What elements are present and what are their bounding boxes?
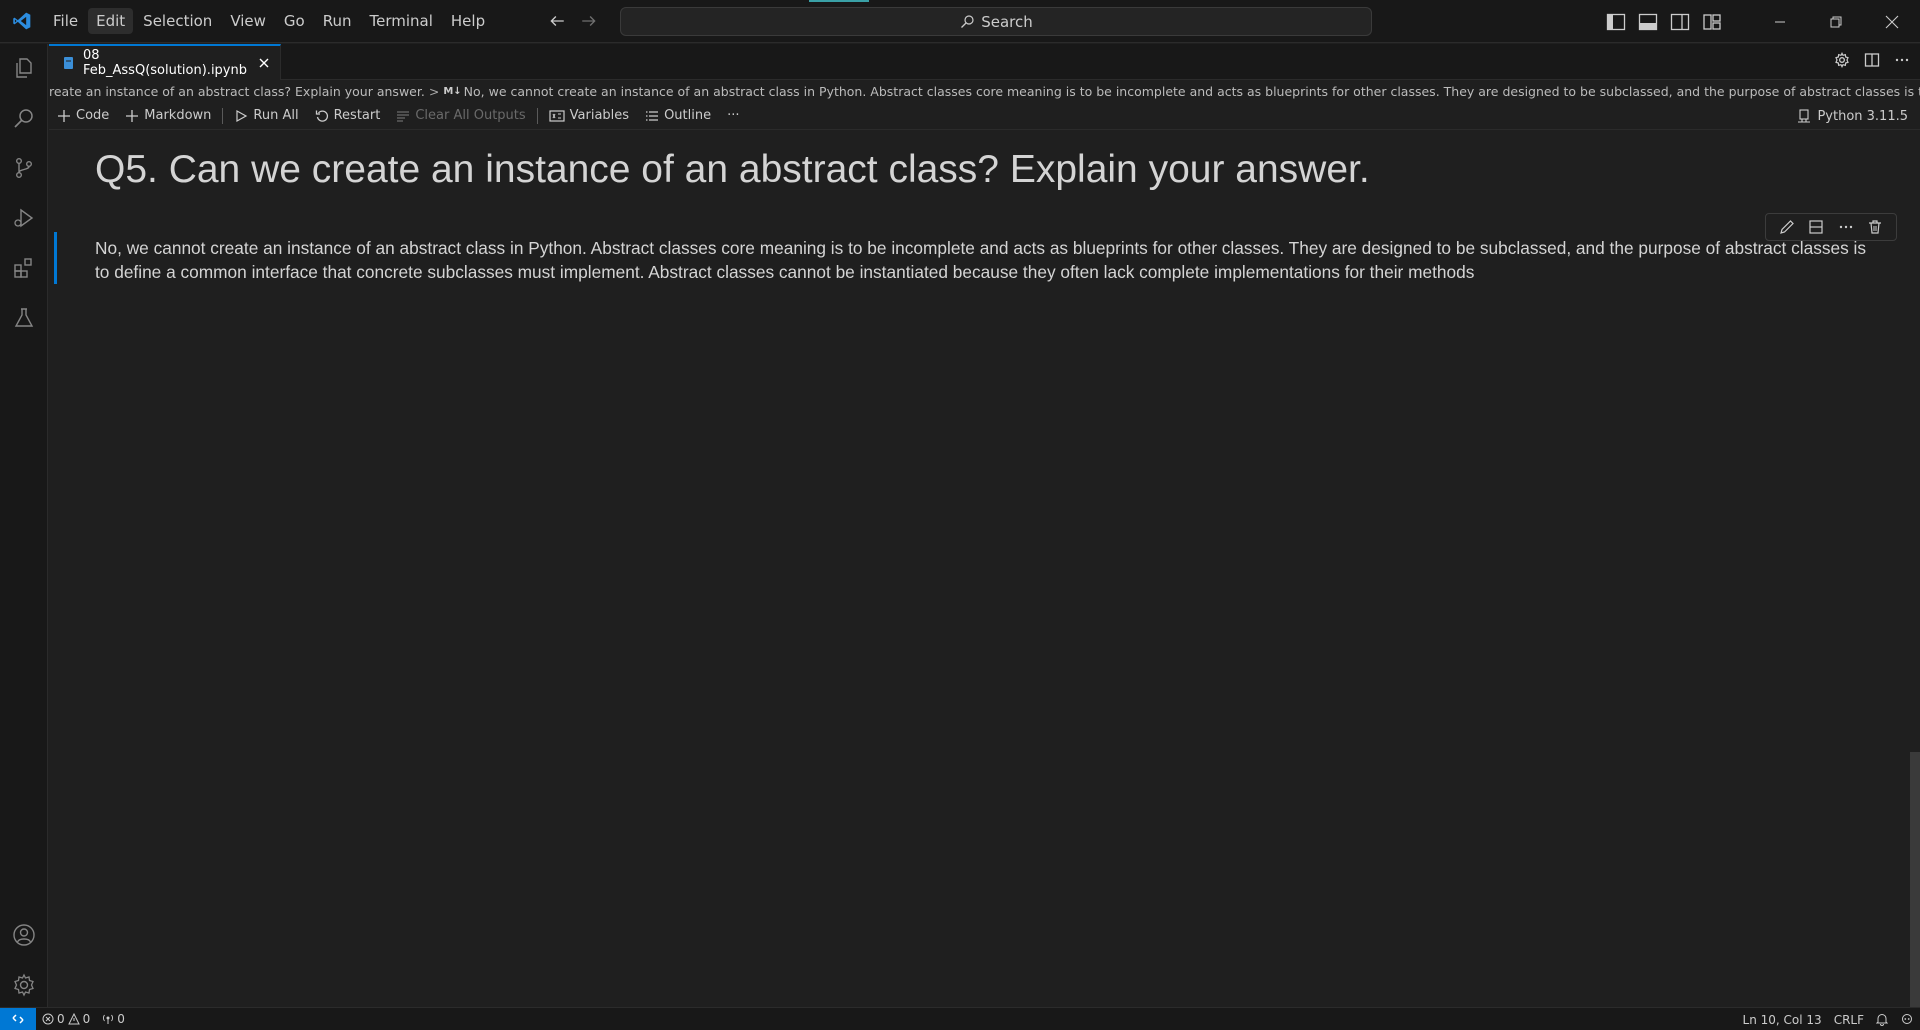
toolbar-divider: [222, 107, 224, 124]
vscode-logo-icon: [0, 0, 44, 43]
error-count: 0: [57, 1012, 65, 1026]
menu-run[interactable]: Run: [315, 8, 360, 34]
breadcrumb: reate an instance of an abstract class? …: [49, 80, 1920, 102]
toggle-primary-sidebar-icon[interactable]: [1606, 13, 1626, 31]
menu-help[interactable]: Help: [443, 8, 493, 34]
outline-label: Outline: [664, 108, 712, 123]
run-all-button[interactable]: Run All: [226, 102, 306, 130]
delete-cell-trash-icon[interactable]: [1867, 219, 1883, 235]
search-label: Search: [981, 12, 1033, 31]
toggle-secondary-sidebar-icon[interactable]: [1670, 13, 1690, 31]
breadcrumb-heading[interactable]: reate an instance of an abstract class? …: [49, 84, 425, 99]
broadcast-icon: [103, 1014, 114, 1024]
notebook-editor[interactable]: Q5. Can we create an instance of an abst…: [49, 130, 1920, 1007]
split-editor-icon[interactable]: [1864, 52, 1880, 68]
toolbar-more-button[interactable]: ···: [719, 102, 747, 130]
close-tab-icon[interactable]: [258, 57, 270, 69]
minimize-button[interactable]: [1752, 0, 1808, 43]
extensions-icon[interactable]: [0, 244, 48, 292]
explorer-icon[interactable]: [0, 44, 48, 92]
error-icon: [42, 1013, 54, 1025]
remote-indicator-icon[interactable]: [0, 1007, 36, 1030]
restart-kernel-button[interactable]: Restart: [307, 102, 389, 130]
customize-layout-icon[interactable]: [1702, 13, 1722, 31]
kernel-icon: [1798, 109, 1811, 123]
toolbar-divider: [536, 107, 538, 124]
end-of-line-sequence[interactable]: CRLF: [1828, 1013, 1870, 1027]
variables-icon: [549, 109, 565, 122]
menu-bar: File Edit Selection View Go Run Terminal…: [44, 0, 494, 43]
toggle-panel-icon[interactable]: [1638, 13, 1658, 31]
title-bar: File Edit Selection View Go Run Terminal…: [0, 0, 1920, 43]
ports-count: 0: [117, 1012, 125, 1026]
search-view-icon[interactable]: [0, 94, 48, 142]
clear-all-icon: [397, 110, 410, 122]
copilot-status-icon[interactable]: [1894, 1013, 1920, 1026]
menu-edit[interactable]: Edit: [88, 8, 134, 34]
variables-button[interactable]: Variables: [541, 102, 637, 130]
play-icon: [236, 109, 248, 122]
tab-notebook[interactable]: 08 Feb_AssQ(solution).ipynb: [49, 44, 281, 80]
more-actions-icon[interactable]: [1894, 52, 1910, 68]
warning-icon: [67, 1013, 80, 1025]
menu-file[interactable]: File: [45, 8, 86, 34]
notebook-settings-gear-icon[interactable]: [1834, 52, 1850, 68]
markdown-heading: Q5. Can we create an instance of an abst…: [95, 148, 1370, 191]
run-and-debug-icon[interactable]: [0, 194, 48, 242]
forward-arrow-icon[interactable]: [580, 12, 598, 30]
problems-indicator[interactable]: 0 0: [36, 1012, 96, 1026]
outline-list-icon: [646, 110, 659, 121]
notifications-bell-icon[interactable]: [1870, 1013, 1894, 1026]
editor-tab-bar: 08 Feb_AssQ(solution).ipynb: [49, 44, 1920, 80]
search-icon: [959, 14, 975, 30]
notebook-toolbar: Code Markdown Run All Restart Clear All …: [49, 102, 1920, 130]
back-arrow-icon[interactable]: [548, 12, 566, 30]
clear-outputs-label: Clear All Outputs: [415, 108, 526, 123]
plus-icon: [58, 109, 70, 122]
close-window-button[interactable]: [1864, 0, 1920, 43]
run-all-label: Run All: [253, 108, 299, 123]
search-accent-line: [809, 0, 869, 2]
menu-go[interactable]: Go: [276, 8, 313, 34]
outline-button[interactable]: Outline: [637, 102, 719, 130]
add-markdown-cell-button[interactable]: Markdown: [117, 102, 219, 130]
edit-pencil-icon[interactable]: [1779, 219, 1795, 235]
testing-flask-icon[interactable]: [0, 294, 48, 342]
menu-selection[interactable]: Selection: [135, 8, 220, 34]
manage-gear-icon[interactable]: [0, 961, 48, 1009]
kernel-picker[interactable]: Python 3.11.5: [1797, 102, 1908, 130]
breadcrumb-cell[interactable]: No, we cannot create an instance of an a…: [464, 84, 1920, 99]
kernel-label: Python 3.11.5: [1817, 108, 1908, 124]
cell-focus-indicator: [54, 232, 57, 284]
command-center-search[interactable]: Search: [620, 7, 1372, 36]
plus-icon: [126, 109, 139, 122]
restore-button[interactable]: [1808, 0, 1864, 43]
menu-view[interactable]: View: [222, 8, 274, 34]
markdown-label: Markdown: [144, 108, 212, 123]
code-label: Code: [76, 108, 110, 123]
cursor-position[interactable]: Ln 10, Col 13: [1737, 1013, 1828, 1027]
source-control-icon[interactable]: [0, 144, 48, 192]
chevron-right-icon: >: [428, 83, 440, 99]
status-bar: 0 0 0 Ln 10, Col 13 CRLF: [0, 1007, 1920, 1030]
restart-label: Restart: [333, 108, 381, 123]
markdown-cell-text[interactable]: No, we cannot create an instance of an a…: [95, 237, 1879, 284]
cell-more-actions-icon[interactable]: [1838, 219, 1854, 235]
ports-indicator[interactable]: 0: [96, 1012, 131, 1026]
menu-terminal[interactable]: Terminal: [362, 8, 441, 34]
split-cell-icon[interactable]: [1808, 219, 1824, 235]
markdown-icon: M↓: [443, 85, 462, 97]
variables-label: Variables: [569, 108, 630, 123]
restart-icon: [315, 110, 328, 122]
more-ellipsis-icon: ···: [727, 108, 740, 123]
warning-count: 0: [82, 1012, 91, 1026]
accounts-icon[interactable]: [0, 911, 48, 959]
activity-bar: [0, 44, 48, 1007]
clear-all-outputs-button[interactable]: Clear All Outputs: [388, 102, 533, 130]
tab-title: 08 Feb_AssQ(solution).ipynb: [83, 48, 247, 78]
add-code-cell-button[interactable]: Code: [49, 102, 117, 130]
notebook-file-icon: [63, 56, 75, 70]
scrollbar-thumb[interactable]: [1910, 752, 1920, 1007]
